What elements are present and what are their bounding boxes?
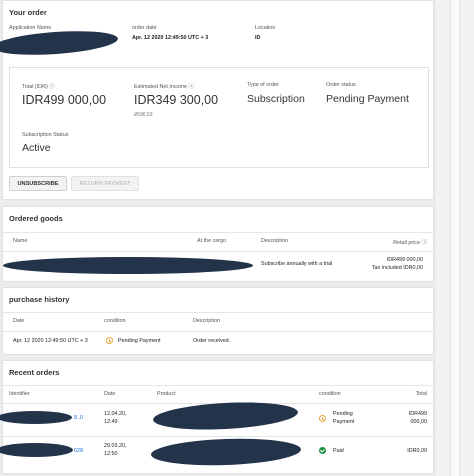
divider	[3, 312, 433, 313]
col-at-cargo: At the cargo	[197, 238, 227, 244]
redacted-app-name	[0, 27, 119, 59]
clock-icon	[106, 337, 113, 344]
purchase-history-title: purchase history	[9, 295, 70, 304]
total-value: IDR499 000,00	[22, 93, 107, 107]
subscription-status-value: Active	[22, 142, 51, 154]
goods-tax: Tax included IDR0,00	[371, 265, 423, 271]
divider	[3, 385, 433, 386]
recent-orders-title: Recent orders	[9, 368, 60, 377]
net-income-value: IDR349 300,00	[134, 93, 219, 107]
history-description: Order received.	[193, 338, 231, 344]
col-date: Date	[104, 391, 116, 397]
unsubscribe-button[interactable]: UNSUBSCRIBE	[9, 176, 67, 191]
order-total-line2: 000,00	[410, 419, 428, 425]
goods-description: Subscribe annually with a trial	[261, 261, 333, 267]
col-total: Total	[415, 391, 427, 397]
goods-price: IDR499 000,00	[386, 257, 423, 263]
order-date: 12.04.20,	[104, 411, 127, 417]
order-identifier[interactable]: 628	[74, 448, 83, 454]
col-name: Name	[13, 238, 28, 244]
order-identifier[interactable]: 8..0	[74, 415, 83, 421]
col-description: Description	[193, 318, 220, 324]
redacted-product	[152, 399, 299, 433]
divider	[3, 251, 433, 252]
redacted-product-name	[3, 257, 253, 274]
col-retail-price: Retail price ⓘ	[393, 240, 427, 246]
order-type-value: Subscription	[247, 93, 305, 105]
order-summary-box: Total (IDR) ⓘ IDR499 000,00 Estimated Ne…	[9, 67, 429, 168]
order-status-label: Order status	[326, 82, 356, 88]
return-payment-button[interactable]: RETURN PAYMENT	[71, 176, 139, 191]
redacted-identifier	[0, 411, 72, 424]
location-value: ID	[255, 35, 261, 41]
order-total: IDR0,00	[407, 448, 427, 454]
ordered-goods-title: Ordered goods	[9, 214, 63, 223]
page-scrollbar[interactable]	[436, 0, 474, 476]
app-name-label: Application Name	[9, 25, 52, 31]
redacted-identifier	[0, 443, 73, 457]
scrollbar-track[interactable]	[450, 0, 460, 476]
net-income-label: Estimated Net Income ⓘ	[134, 84, 194, 90]
order-date-value: Apr. 12 2020 12:49:50 UTC + 3	[132, 35, 209, 41]
col-product: Product	[157, 391, 176, 397]
order-date: 29.03.20,	[104, 443, 127, 449]
order-status-value: Pending Payment	[326, 93, 409, 105]
your-order-card: Your order Application Name order date A…	[0, 0, 434, 200]
col-condition: condition	[104, 318, 126, 324]
order-type-label: Type of order	[247, 82, 279, 88]
subscription-status-label: Subscription Status	[22, 132, 69, 138]
your-order-title: Your order	[9, 8, 47, 17]
recent-orders-card: Recent orders Identifier Date Product co…	[0, 360, 434, 474]
col-date: Date	[13, 318, 25, 324]
divider	[3, 232, 433, 233]
col-description: Description	[261, 238, 288, 244]
total-label: Total (IDR) ⓘ	[22, 84, 55, 90]
table-row[interactable]: 628 29.03.20, 12:50 Paid IDR0,00	[0, 436, 433, 470]
net-income-sub: ₽596,59	[134, 112, 153, 118]
ordered-goods-card: Ordered goods Name At the cargo Descript…	[2, 206, 434, 282]
divider	[3, 331, 433, 332]
order-time: 12:50	[104, 451, 118, 457]
order-condition: Pending	[333, 411, 353, 417]
order-date-label: order date	[132, 25, 157, 31]
order-total: IDR499	[408, 411, 427, 417]
location-label: Location	[255, 25, 276, 31]
purchase-history-card: purchase history Date condition Descript…	[2, 287, 434, 355]
history-condition: Pending Payment	[118, 338, 161, 344]
redacted-product	[150, 436, 302, 468]
table-row[interactable]: 8..0 12.04.20, 12:49 Pending Payment IDR…	[0, 399, 433, 436]
order-condition-line2: Payment	[333, 419, 355, 425]
order-time: 12:49	[104, 419, 118, 425]
clock-icon	[319, 415, 326, 422]
check-circle-icon	[319, 447, 326, 454]
history-date: Apr. 12 2020 12:49:50 UTC + 3	[13, 338, 88, 344]
col-condition: condition	[319, 391, 341, 397]
order-condition: Paid	[333, 448, 344, 454]
col-identifier: Identifier	[9, 391, 30, 397]
